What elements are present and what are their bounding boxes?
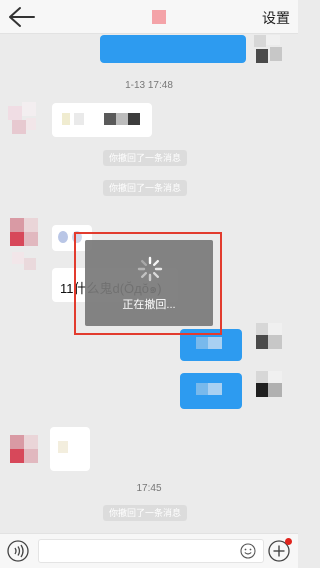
top-bar: 设置 (0, 0, 298, 34)
avatar (254, 35, 284, 69)
recalled-notice: 你撤回了一条消息 (103, 505, 188, 521)
outgoing-message[interactable] (180, 373, 242, 409)
contact-avatar (152, 10, 166, 24)
avatar (256, 371, 290, 405)
voice-icon (7, 540, 29, 562)
avatar (10, 435, 40, 469)
annotation-highlight-box (74, 232, 222, 335)
back-arrow-icon (9, 7, 35, 27)
back-button[interactable] (6, 5, 36, 29)
emoji-icon (240, 543, 256, 559)
outgoing-message[interactable] (100, 35, 246, 63)
notification-dot (285, 538, 292, 545)
input-bar (0, 533, 298, 568)
avatar (10, 218, 40, 280)
incoming-message[interactable] (50, 427, 90, 471)
recalled-notice: 你撤回了一条消息 (103, 180, 188, 196)
emoji-button[interactable] (240, 543, 256, 559)
incoming-message[interactable] (52, 103, 152, 137)
timestamp: 1-13 17:48 (125, 80, 173, 91)
message-input-field[interactable] (39, 540, 263, 562)
recalled-notice: 你撤回了一条消息 (103, 150, 188, 166)
timestamp: 17:45 (136, 483, 162, 494)
voice-button[interactable] (7, 540, 29, 562)
message-input[interactable] (38, 539, 264, 563)
avatar (256, 323, 290, 357)
settings-button[interactable]: 设置 (262, 8, 290, 28)
avatar (8, 102, 38, 136)
